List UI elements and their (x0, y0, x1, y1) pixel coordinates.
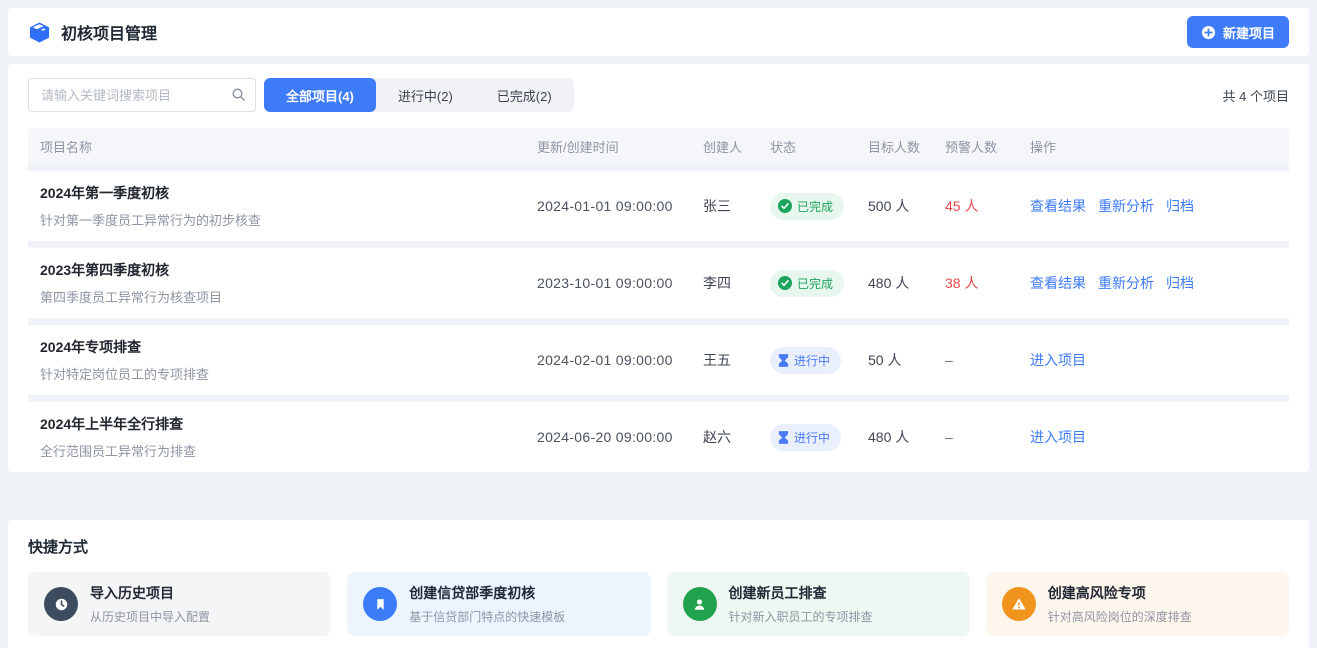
col-project-name: 项目名称 (40, 137, 537, 156)
reanalyze-link[interactable]: 重新分析 (1098, 273, 1154, 293)
status-badge: 进行中 (770, 347, 841, 374)
warning-count: 38 人 (945, 273, 1030, 293)
shortcut-title: 导入历史项目 (90, 583, 210, 603)
shortcuts-panel: 快捷方式 导入历史项目 从历史项目中导入配置 创建信贷部季度初核 (8, 520, 1309, 648)
tab-completed[interactable]: 已完成(2) (475, 78, 574, 112)
project-name: 2024年专项排查 (40, 337, 537, 357)
warning-count: – (945, 429, 1030, 445)
new-project-label: 新建项目 (1223, 23, 1275, 42)
check-circle-icon (778, 199, 792, 213)
project-creator: 赵六 (703, 427, 770, 447)
toolbar: 全部项目(4) 进行中(2) 已完成(2) 共 4 个项目 (28, 78, 1289, 112)
project-time: 2024-02-01 09:00:00 (537, 352, 703, 368)
project-name: 2024年上半年全行排查 (40, 414, 537, 434)
project-creator: 王五 (703, 350, 770, 370)
warning-count: – (945, 352, 1030, 368)
shortcut-high-risk-special[interactable]: 创建高风险专项 针对高风险岗位的深度排查 (986, 572, 1289, 636)
reanalyze-link[interactable]: 重新分析 (1098, 196, 1154, 216)
target-count: 500 人 (868, 196, 945, 216)
project-description: 针对特定岗位员工的专项排查 (40, 364, 537, 383)
archive-link[interactable]: 归档 (1166, 273, 1194, 293)
shortcuts-grid: 导入历史项目 从历史项目中导入配置 创建信贷部季度初核 基于信贷部门特点的快速模… (28, 572, 1289, 636)
col-time: 更新/创建时间 (537, 137, 703, 156)
new-project-button[interactable]: 新建项目 (1187, 16, 1289, 48)
enter-project-link[interactable]: 进入项目 (1030, 427, 1086, 447)
table-row: 2023年第四季度初核 第四季度员工异常行为核查项目 2023-10-01 09… (28, 241, 1289, 318)
warning-count: 45 人 (945, 196, 1030, 216)
project-time: 2023-10-01 09:00:00 (537, 275, 703, 291)
project-tabs: 全部项目(4) 进行中(2) 已完成(2) (264, 78, 574, 112)
target-count: 480 人 (868, 427, 945, 447)
status-badge: 进行中 (770, 424, 841, 451)
plus-circle-icon (1201, 25, 1216, 40)
clock-icon (44, 587, 78, 621)
project-list-panel: 全部项目(4) 进行中(2) 已完成(2) 共 4 个项目 项目名称 更新/创建… (8, 64, 1309, 472)
hourglass-icon (778, 431, 789, 444)
project-description: 针对第一季度员工异常行为的初步核查 (40, 210, 537, 229)
project-time: 2024-01-01 09:00:00 (537, 198, 703, 214)
bookmark-icon (363, 587, 397, 621)
shortcut-title: 创建高风险专项 (1048, 583, 1192, 603)
tab-all-projects[interactable]: 全部项目(4) (264, 78, 376, 112)
shortcut-credit-dept-review[interactable]: 创建信贷部季度初核 基于信贷部门特点的快速模板 (347, 572, 650, 636)
search-box (28, 78, 256, 112)
project-name: 2023年第四季度初核 (40, 260, 537, 280)
status-badge: 已完成 (770, 193, 844, 220)
project-creator: 李四 (703, 273, 770, 293)
project-description: 第四季度员工异常行为核查项目 (40, 287, 537, 306)
view-results-link[interactable]: 查看结果 (1030, 273, 1086, 293)
hourglass-icon (778, 354, 789, 367)
target-count: 50 人 (868, 350, 945, 370)
shortcut-description: 针对高风险岗位的深度排查 (1048, 608, 1192, 625)
col-target: 目标人数 (868, 137, 945, 156)
col-actions: 操作 (1030, 137, 1277, 156)
shortcut-description: 从历史项目中导入配置 (90, 608, 210, 625)
shortcuts-title: 快捷方式 (28, 536, 1289, 557)
search-icon (231, 87, 246, 107)
project-creator: 张三 (703, 196, 770, 216)
enter-project-link[interactable]: 进入项目 (1030, 350, 1086, 370)
shortcut-title: 创建信贷部季度初核 (409, 583, 565, 603)
table-row: 2024年上半年全行排查 全行范围员工异常行为排查 2024-06-20 09:… (28, 395, 1289, 472)
header-bar: 初核项目管理 新建项目 (8, 8, 1309, 56)
total-count: 共 4 个项目 (1223, 86, 1289, 105)
target-count: 480 人 (868, 273, 945, 293)
col-warning: 预警人数 (945, 137, 1030, 156)
shortcut-description: 针对新入职员工的专项排查 (729, 608, 873, 625)
user-icon (683, 587, 717, 621)
warning-icon (1002, 587, 1036, 621)
archive-link[interactable]: 归档 (1166, 196, 1194, 216)
col-creator: 创建人 (703, 137, 770, 156)
table-row: 2024年专项排查 针对特定岗位员工的专项排查 2024-02-01 09:00… (28, 318, 1289, 395)
shortcut-title: 创建新员工排查 (729, 583, 873, 603)
cube-icon (28, 21, 51, 44)
table-row: 2024年第一季度初核 针对第一季度员工异常行为的初步核查 2024-01-01… (28, 164, 1289, 241)
shortcut-import-history[interactable]: 导入历史项目 从历史项目中导入配置 (28, 572, 331, 636)
status-badge: 已完成 (770, 270, 844, 297)
project-description: 全行范围员工异常行为排查 (40, 441, 537, 460)
shortcut-new-employee-screening[interactable]: 创建新员工排查 针对新入职员工的专项排查 (667, 572, 970, 636)
check-circle-icon (778, 276, 792, 290)
project-time: 2024-06-20 09:00:00 (537, 429, 703, 445)
col-status: 状态 (770, 137, 868, 156)
view-results-link[interactable]: 查看结果 (1030, 196, 1086, 216)
shortcut-description: 基于信贷部门特点的快速模板 (409, 608, 565, 625)
table-header: 项目名称 更新/创建时间 创建人 状态 目标人数 预警人数 操作 (28, 128, 1289, 164)
project-name: 2024年第一季度初核 (40, 183, 537, 203)
page-title: 初核项目管理 (61, 20, 157, 44)
tab-in-progress[interactable]: 进行中(2) (376, 78, 475, 112)
search-input[interactable] (28, 78, 256, 112)
